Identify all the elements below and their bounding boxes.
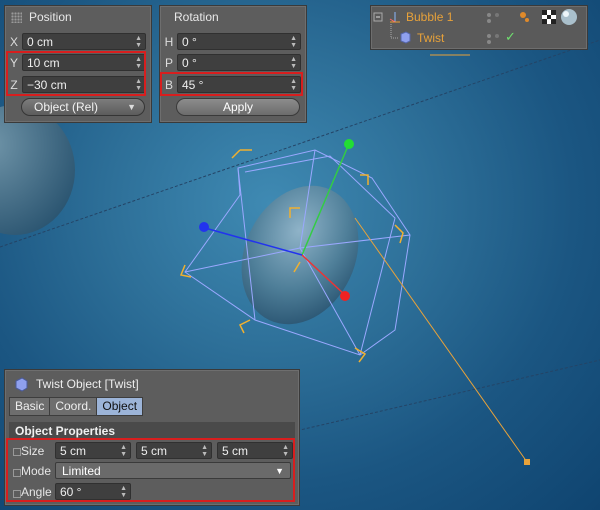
position-row-z: Z −30 cm ▲ ▼ (5, 76, 151, 94)
twist-icon (400, 31, 411, 44)
position-z-field[interactable]: −30 cm ▲ ▼ (22, 76, 146, 93)
mode-dropdown[interactable]: Limited ▼ (55, 462, 291, 479)
axis-label: Y (9, 56, 18, 70)
coordinate-mode-dropdown[interactable]: Object (Rel) ▼ (21, 98, 145, 116)
twist-icon (15, 377, 28, 392)
tab-basic[interactable]: Basic (9, 397, 51, 416)
z-axis-handle (199, 222, 209, 232)
spinner-icon[interactable]: ▲ ▼ (290, 35, 297, 49)
spinner-icon[interactable]: ▲ ▼ (135, 35, 142, 49)
axis-label: Z (10, 78, 18, 92)
spinner-icon[interactable]: ▲ ▼ (120, 485, 127, 499)
dropdown-value: Object (Rel) (34, 100, 99, 114)
spinner-icon[interactable]: ▲ ▼ (135, 56, 142, 70)
object-row-twist[interactable]: Twist (399, 30, 489, 46)
axis-label: H (164, 35, 174, 49)
grip-icon[interactable] (11, 12, 22, 23)
background-sphere (0, 105, 75, 235)
tab-object[interactable]: Object (96, 397, 144, 416)
attribute-tabs: Basic Coord. Object (9, 397, 144, 416)
y-axis-handle (344, 139, 354, 149)
rotation-title: Rotation (174, 10, 219, 24)
chevron-down-icon: ▼ (275, 466, 284, 476)
field-value: 10 cm (27, 56, 60, 70)
keyframe-toggle[interactable] (13, 448, 21, 456)
spinner-icon[interactable]: ▲ ▼ (290, 78, 297, 92)
tab-coord[interactable]: Coord. (49, 397, 98, 416)
field-value: −30 cm (27, 78, 67, 92)
axis-label: X (9, 35, 18, 49)
rotation-p-field[interactable]: 0 ° ▲ ▼ (177, 54, 301, 71)
axis-label: P (164, 56, 173, 70)
rotation-header: Rotation (160, 6, 306, 28)
angle-label: Angle (21, 485, 52, 499)
attributes-panel: Twist Object [Twist] Basic Coord. Object O… (4, 369, 300, 506)
size-z-field[interactable]: 5 cm ▲ ▼ (217, 442, 293, 459)
object-properties-section: Object Properties (9, 422, 295, 440)
rotation-row-b: B 45 ° ▲ ▼ (160, 76, 306, 94)
visibility-dots (487, 13, 499, 44)
spinner-icon[interactable]: ▲ ▼ (135, 78, 142, 92)
axis-label: B (164, 78, 173, 92)
null-object-icon (389, 12, 400, 23)
size-label: Size (21, 444, 45, 458)
size-y-field[interactable]: 5 cm ▲ ▼ (136, 442, 212, 459)
material-tags (520, 9, 577, 25)
rotation-row-h: H 0 ° ▲ ▼ (160, 33, 306, 51)
chevron-down-icon: ▼ (127, 102, 136, 112)
object-name: Twist (417, 31, 445, 45)
keyframe-toggle[interactable] (13, 490, 21, 498)
spinner-icon[interactable]: ▲ ▼ (201, 444, 208, 458)
object-row-bubble[interactable]: Bubble 1 (389, 9, 479, 25)
rotation-h-field[interactable]: 0 ° ▲ ▼ (177, 33, 301, 50)
field-value: 45 ° (182, 78, 204, 92)
apply-button[interactable]: Apply (176, 98, 300, 116)
angle-field[interactable]: 60 ° ▲ ▼ (55, 483, 131, 500)
x-axis-handle (340, 291, 350, 301)
spinner-icon[interactable]: ▲ ▼ (282, 444, 289, 458)
object-manager: Bubble 1 Twist ✓ (370, 5, 588, 50)
dropdown-value: Limited (62, 464, 101, 478)
position-panel: Position X 0 cm ▲ ▼ Y 10 cm ▲ ▼ Z −30 cm ▲… (4, 5, 152, 123)
position-title: Position (29, 10, 72, 24)
field-value: 5 cm (222, 444, 249, 458)
position-header: Position (5, 6, 151, 28)
spinner-icon[interactable]: ▲ ▼ (290, 56, 297, 70)
mode-label: Mode (21, 464, 52, 478)
object-name: Bubble 1 (406, 10, 454, 24)
position-x-field[interactable]: 0 cm ▲ ▼ (22, 33, 146, 50)
position-y-field[interactable]: 10 cm ▲ ▼ (22, 54, 146, 71)
attributes-title: Twist Object [Twist] (36, 377, 139, 391)
checkmark-icon[interactable]: ✓ (505, 29, 516, 45)
field-value: 5 cm (60, 444, 87, 458)
rotation-panel: Rotation H 0 ° ▲ ▼ P 0 ° ▲ ▼ B 45 ° ▲ ▼ App… (159, 5, 307, 123)
field-value: 0 ° (182, 56, 197, 70)
field-value: 5 cm (141, 444, 168, 458)
spinner-icon[interactable]: ▲ ▼ (120, 444, 127, 458)
position-row-x: X 0 cm ▲ ▼ (5, 33, 151, 51)
size-x-field[interactable]: 5 cm ▲ ▼ (55, 442, 131, 459)
rotation-b-field[interactable]: 45 ° ▲ ▼ (177, 76, 301, 93)
rotation-row-p: P 0 ° ▲ ▼ (160, 54, 306, 72)
field-value: 0 ° (182, 35, 197, 49)
target-handle (524, 459, 530, 465)
keyframe-toggle[interactable] (13, 469, 21, 477)
field-value: 60 ° (60, 485, 82, 499)
position-row-y: Y 10 cm ▲ ▼ (5, 54, 151, 72)
field-value: 0 cm (27, 35, 54, 49)
